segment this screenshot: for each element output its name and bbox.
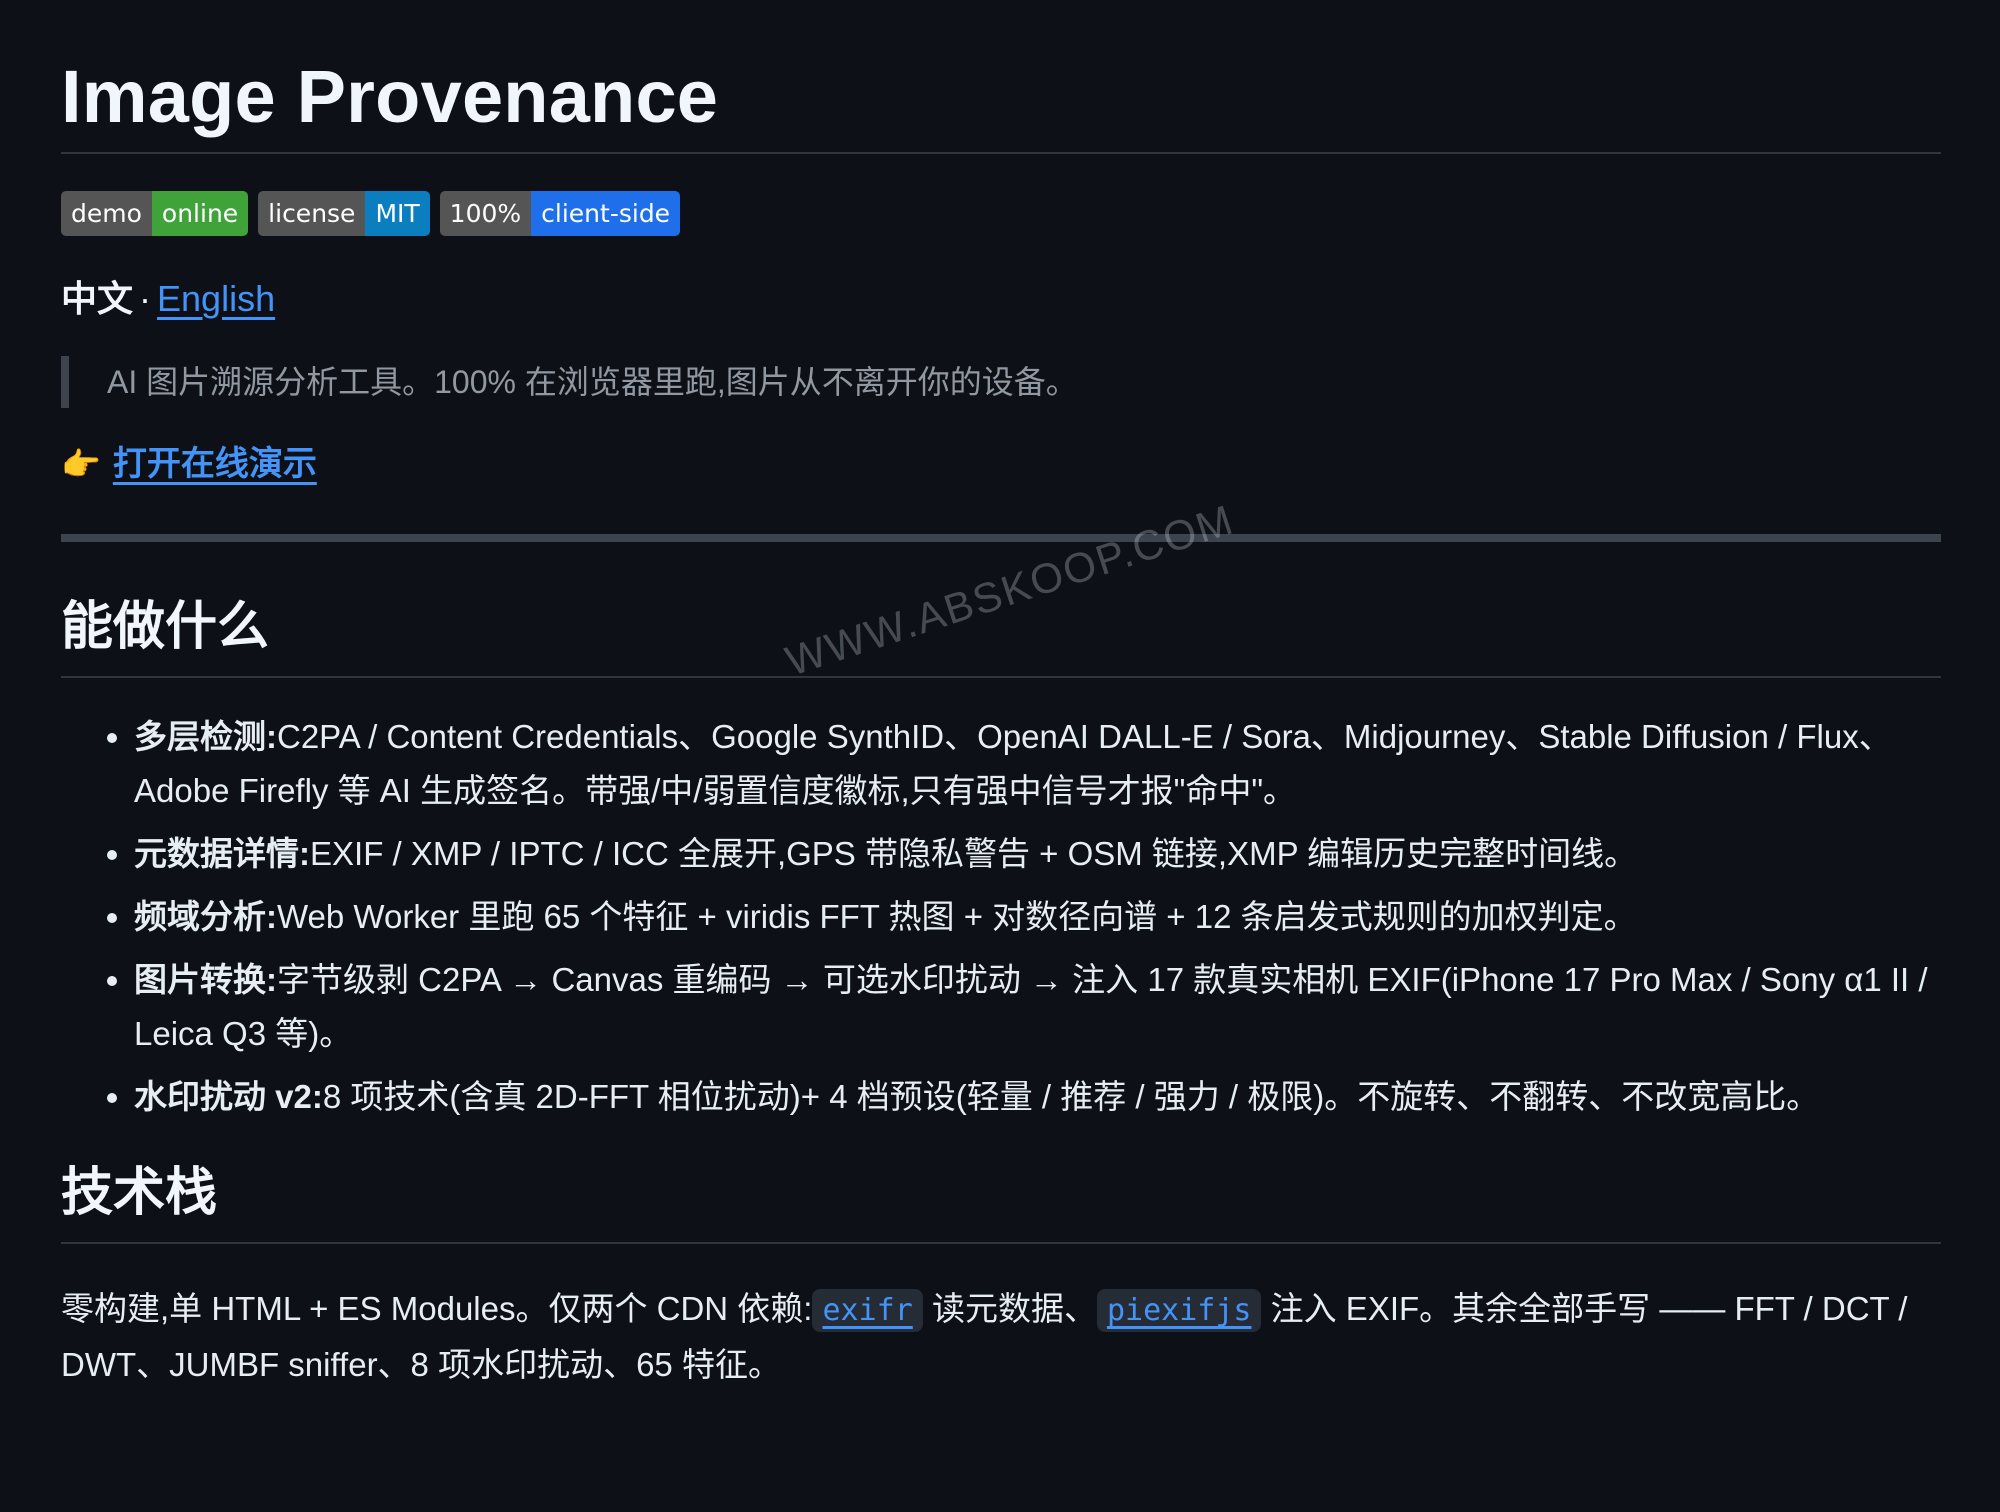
badge-client-side-value: client-side (531, 191, 681, 236)
feature-text: C2PA / Content Credentials、Google SynthI… (134, 718, 1892, 809)
badge-demo[interactable]: demo online (61, 191, 249, 236)
list-item: 水印扰动 v2:8 项技术(含真 2D-FFT 相位扰动)+ 4 档预设(轻量 … (134, 1070, 1941, 1124)
feature-text: 8 项技术(含真 2D-FFT 相位扰动)+ 4 档预设(轻量 / 推荐 / 强… (322, 1078, 1820, 1115)
lang-current: 中文 (61, 278, 134, 319)
lang-english-link[interactable]: English (157, 278, 275, 319)
list-item: 多层检测:C2PA / Content Credentials、Google S… (134, 710, 1941, 818)
exifr-link[interactable]: exifr (822, 1293, 912, 1328)
tech-stack-paragraph: 零构建,单 HTML + ES Modules。仅两个 CDN 依赖: exifr… (61, 1282, 1941, 1392)
demo-line: 👉 打开在线演示 (61, 438, 1941, 490)
feature-text: 字节级剥 C2PA → Canvas 重编码 → 可选水印扰动 → 注入 17 … (134, 961, 1928, 1052)
feature-text: Web Worker 里跑 65 个特征 + viridis FFT 热图 + … (277, 898, 1637, 935)
badge-license[interactable]: license MIT (258, 191, 430, 236)
feature-text: EXIF / XMP / IPTC / ICC 全展开,GPS 带隐私警告 + … (310, 835, 1638, 872)
badge-license-key: license (258, 191, 366, 236)
feature-label: 频域分析: (134, 898, 277, 935)
badge-license-value: MIT (365, 191, 430, 236)
readme-content: Image Provenance demo online license MIT… (61, 0, 1941, 1392)
badge-client-side-key: 100% (439, 191, 532, 236)
feature-list: 多层检测:C2PA / Content Credentials、Google S… (61, 710, 1941, 1124)
tagline-quote: AI 图片溯源分析工具。100% 在浏览器里跑,图片从不离开你的设备。 (61, 356, 1941, 408)
badge-demo-value: online (151, 191, 249, 236)
badge-client-side[interactable]: 100% client-side (439, 191, 681, 236)
pointing-hand-icon: 👉 (61, 446, 101, 482)
code-piexifjs: piexifjs (1096, 1289, 1262, 1332)
list-item: 图片转换:字节级剥 C2PA → Canvas 重编码 → 可选水印扰动 → 注… (134, 953, 1941, 1061)
feature-label: 图片转换: (134, 961, 277, 998)
section-heading-tech-stack: 技术栈 (61, 1158, 1941, 1244)
badge-demo-key: demo (61, 191, 152, 236)
open-demo-link[interactable]: 打开在线演示 (113, 438, 317, 490)
feature-label: 元数据详情: (134, 835, 310, 872)
tech-text-1: 零构建,单 HTML + ES Modules。仅两个 CDN 依赖: (61, 1290, 813, 1327)
feature-label: 多层检测: (134, 718, 277, 755)
language-switch: 中文 · English (61, 274, 1941, 324)
list-item: 元数据详情:EXIF / XMP / IPTC / ICC 全展开,GPS 带隐… (134, 827, 1941, 881)
code-exifr: exifr (812, 1289, 923, 1332)
badge-row: demo online license MIT 100% client-side (61, 191, 1941, 236)
tech-text-2: 读元数据、 (922, 1290, 1097, 1327)
feature-label: 水印扰动 v2: (134, 1078, 323, 1115)
section-divider (61, 534, 1941, 542)
page-title: Image Provenance (61, 0, 1941, 154)
list-item: 频域分析:Web Worker 里跑 65 个特征 + viridis FFT … (134, 890, 1941, 944)
piexifjs-link[interactable]: piexifjs (1107, 1293, 1252, 1328)
lang-separator: · (139, 278, 152, 319)
